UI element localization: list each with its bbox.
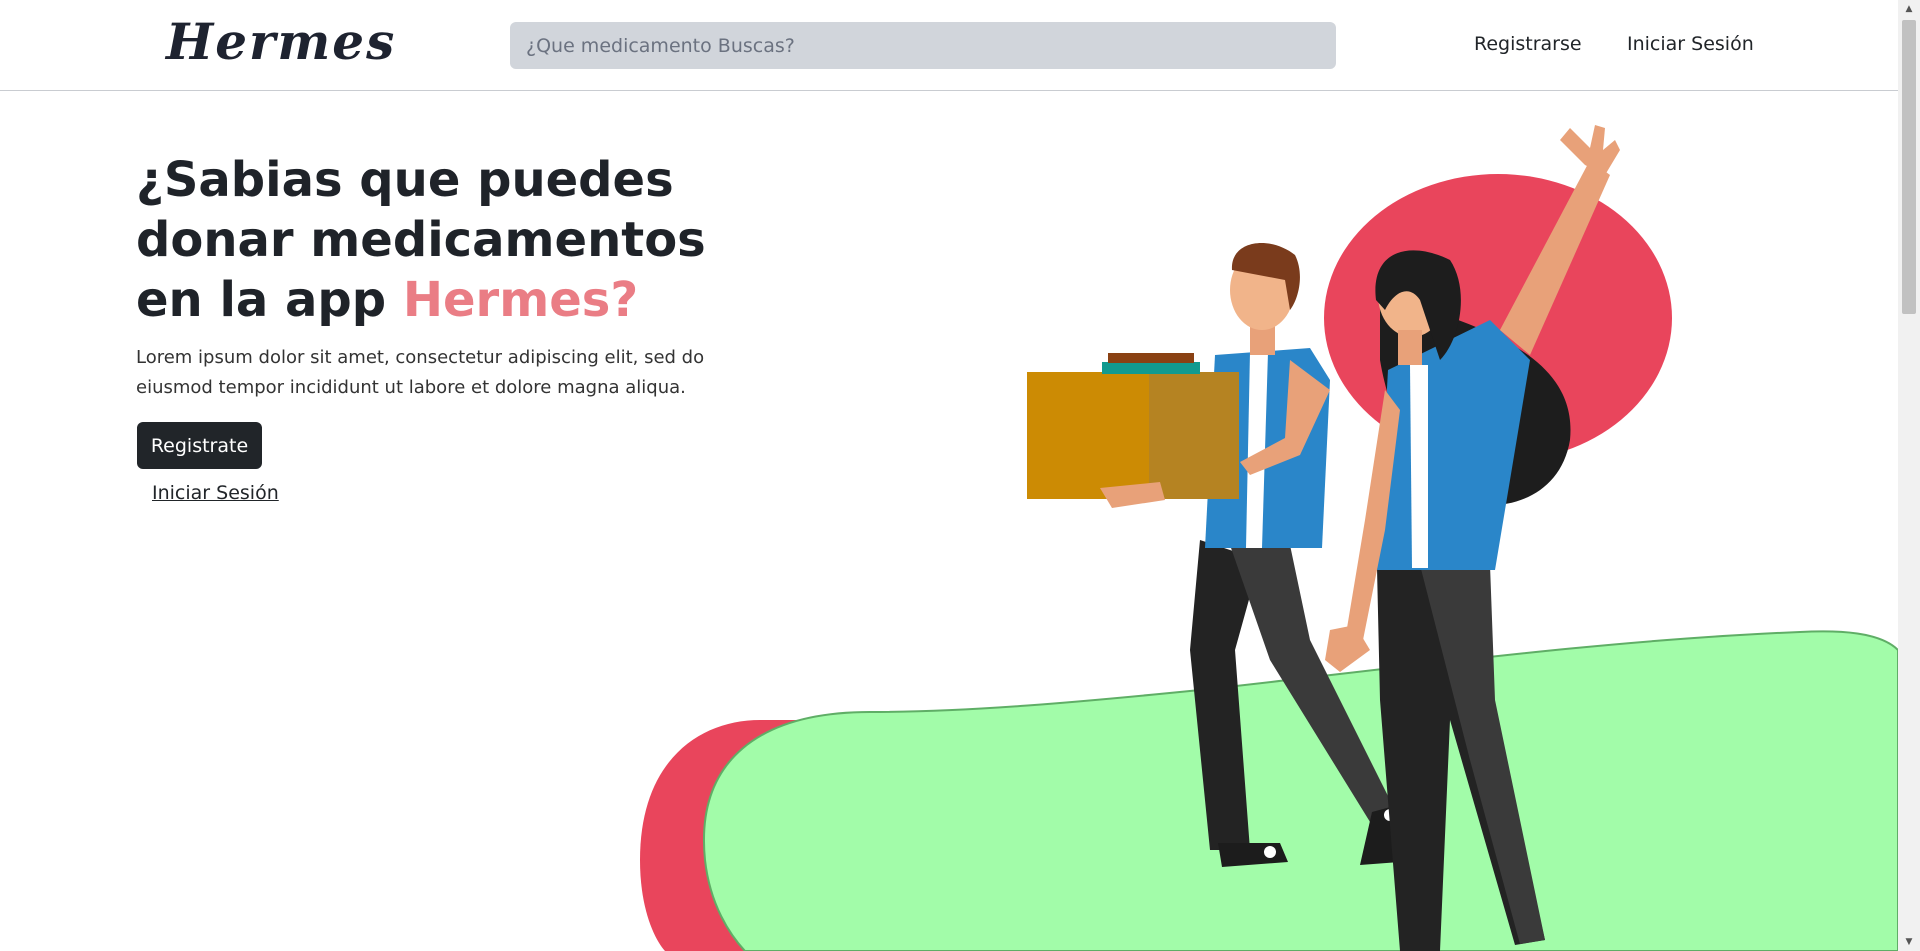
nav-register-link[interactable]: Registrarse	[1474, 33, 1582, 55]
nav-login-link[interactable]: Iniciar Sesión	[1627, 33, 1754, 55]
medicine-search-input[interactable]	[510, 22, 1336, 69]
hero-title-accent: Hermes?	[402, 272, 639, 328]
scroll-up-arrow-icon[interactable]: ▲	[1898, 0, 1920, 18]
register-button[interactable]: Registrate	[137, 422, 262, 469]
page: Hermes Registrarse Iniciar Sesión ¿Sabia…	[0, 0, 1920, 951]
box-figure	[1027, 353, 1239, 508]
hero-description: Lorem ipsum dolor sit amet, consectetur …	[136, 347, 705, 398]
hermes-logo[interactable]: Hermes	[166, 12, 396, 71]
vertical-scrollbar[interactable]: ▲ ▼	[1898, 0, 1920, 951]
scroll-down-arrow-icon[interactable]: ▼	[1898, 933, 1920, 951]
people-donating-box-illustration	[640, 125, 1898, 951]
hero-title: ¿Sabias que puedes donar medicamentos en…	[136, 150, 756, 330]
hero-login-link[interactable]: Iniciar Sesión	[152, 482, 279, 504]
top-navbar: Hermes Registrarse Iniciar Sesión	[0, 0, 1898, 91]
scrollbar-thumb[interactable]	[1902, 20, 1916, 314]
